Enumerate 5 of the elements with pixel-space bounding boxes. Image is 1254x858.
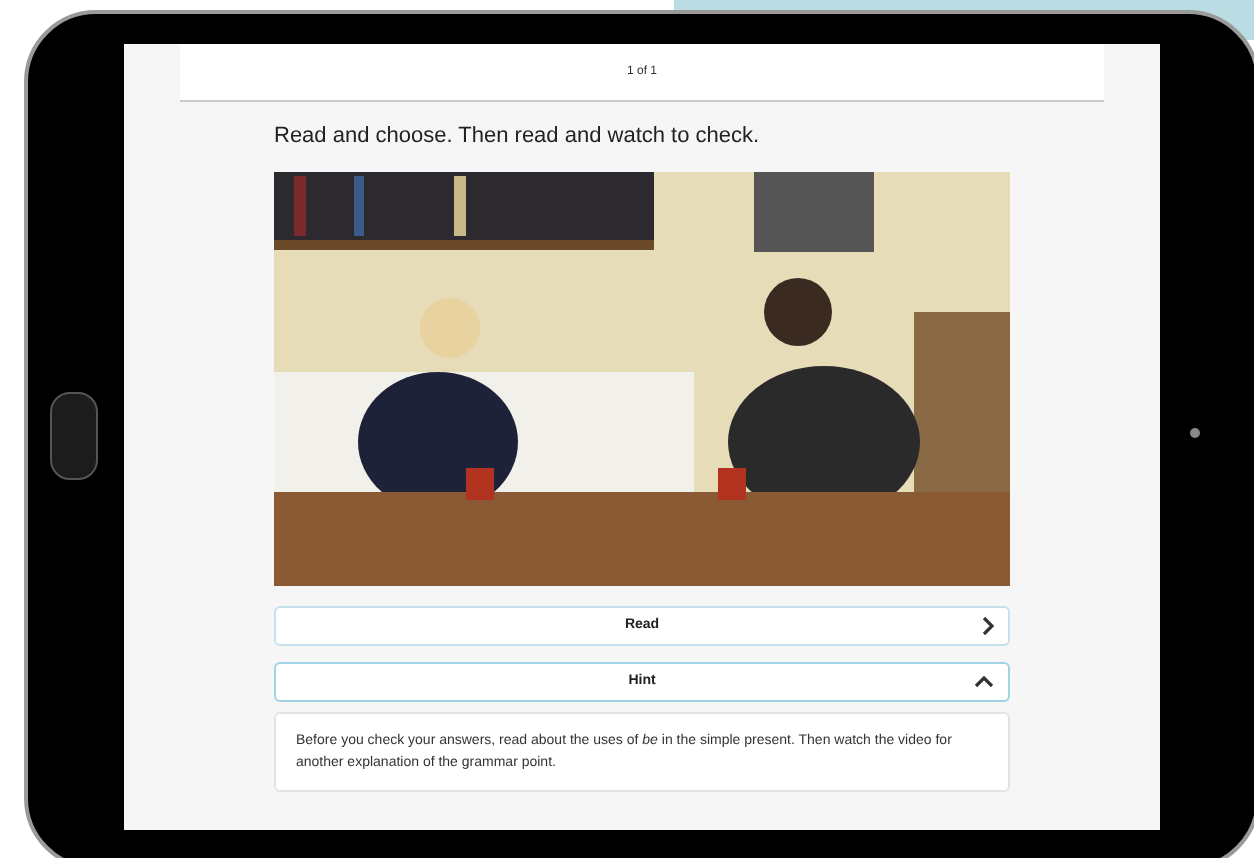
instruction-text: Read and choose. Then read and watch to check. — [274, 122, 762, 150]
home-button[interactable] — [50, 392, 98, 480]
chevron-right-icon — [982, 616, 994, 636]
camera-icon — [1190, 428, 1200, 438]
chevron-up-icon — [974, 676, 994, 688]
